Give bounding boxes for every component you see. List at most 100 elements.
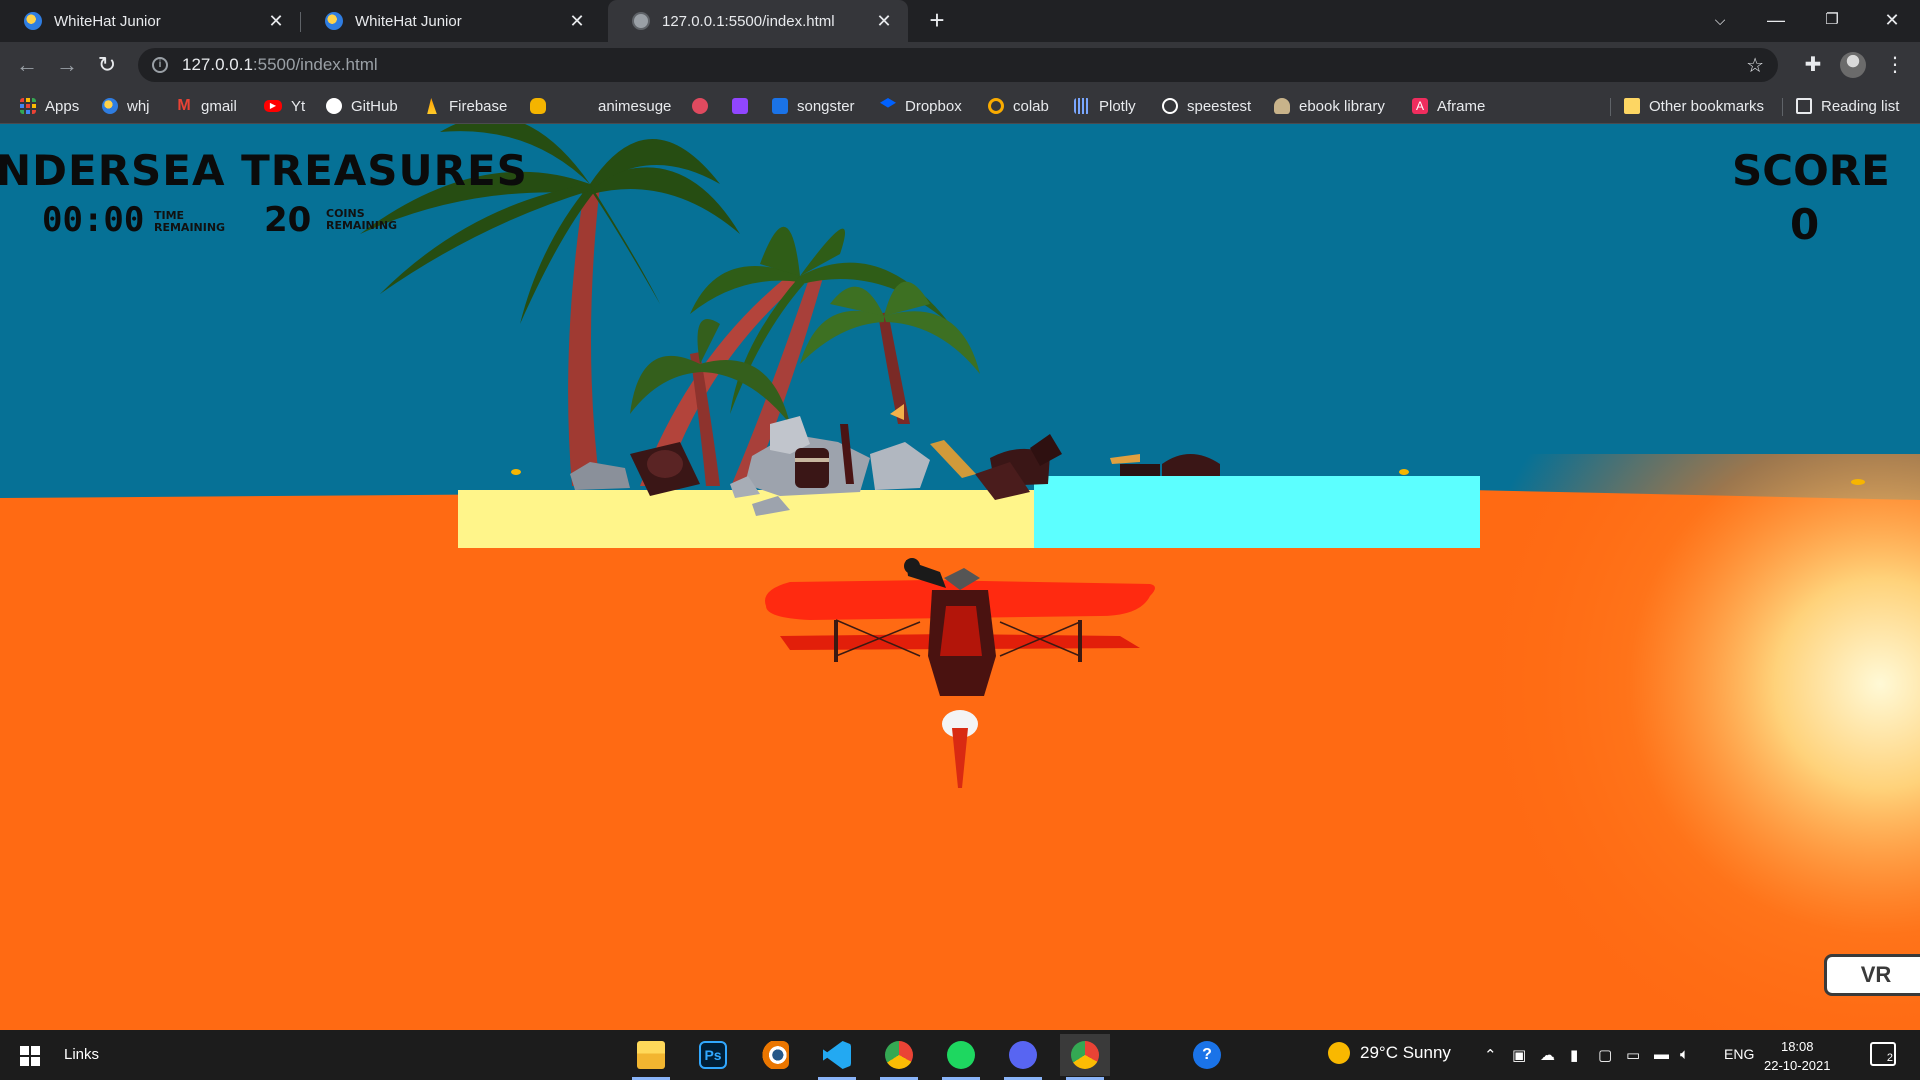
bookmark-label: Apps — [45, 97, 80, 115]
game-canvas[interactable]: NDERSEA TREASURES 00:00 TIME REMAINING 2… — [0, 124, 1920, 1030]
window-close-icon[interactable]: ✕ — [1864, 0, 1920, 42]
meet-now-icon[interactable]: ▣ — [1512, 1046, 1526, 1064]
menu-kebab-icon[interactable]: ⋮ — [1882, 52, 1908, 78]
bookmark-colab[interactable]: colab — [988, 95, 1049, 117]
address-bar[interactable]: i 127.0.0.1:5500/index.html ☆ — [138, 48, 1778, 82]
tab-whitehat-junior-2[interactable]: WhiteHat Junior ✕ — [301, 0, 601, 42]
file-explorer-icon[interactable] — [626, 1034, 676, 1080]
photoshop-icon[interactable]: Ps — [688, 1034, 738, 1076]
clock-time: 18:08 — [1780, 1039, 1814, 1054]
firebase-icon — [427, 98, 437, 114]
bookmark-plotly[interactable]: Plotly — [1074, 95, 1136, 117]
new-tab-button[interactable]: + — [922, 6, 952, 36]
coin — [511, 469, 521, 475]
vscode-icon[interactable] — [812, 1034, 862, 1080]
bookmark-dropbox[interactable]: Dropbox — [880, 95, 962, 117]
forward-arrow-icon[interactable]: → — [52, 50, 82, 80]
bookmark-label: whj — [127, 97, 150, 115]
colab-icon — [988, 98, 1004, 114]
bookmark-whj[interactable]: whj — [102, 95, 150, 117]
score-value: 0 — [1790, 200, 1820, 249]
minimize-icon[interactable]: — — [1748, 0, 1804, 42]
windows-start-icon[interactable] — [20, 1046, 40, 1066]
bookmark-star-icon[interactable]: ☆ — [1746, 53, 1764, 78]
dropbox-icon — [880, 98, 896, 108]
plotly-icon — [1074, 98, 1090, 114]
tab-search-chevron-icon[interactable]: ⌵ — [1692, 0, 1748, 42]
reload-icon[interactable]: ↻ — [92, 50, 122, 80]
close-icon[interactable]: ✕ — [874, 11, 894, 32]
bookmark-ebook-library[interactable]: ebook library — [1274, 95, 1385, 117]
close-icon[interactable]: ✕ — [567, 11, 587, 32]
network-icon[interactable]: ▭ — [1626, 1046, 1640, 1064]
spotify-icon[interactable] — [936, 1034, 986, 1080]
bookmark-animesuge[interactable]: animesuge — [598, 95, 671, 117]
bookmark-label: Firebase — [449, 97, 508, 115]
bookmark-aframe[interactable]: A Aframe — [1412, 95, 1485, 117]
bookmark-twitch[interactable] — [732, 95, 757, 117]
volume-icon[interactable]: 🔈︎ — [1680, 1046, 1689, 1063]
reading-list-icon — [1796, 98, 1812, 114]
weather-widget[interactable]: 29°C Sunny — [1328, 1042, 1451, 1064]
chrome-icon[interactable] — [874, 1034, 924, 1080]
apps-grid-icon — [20, 98, 36, 114]
bookmark-songster[interactable]: songster — [772, 95, 855, 117]
clock-date: 22-10-2021 — [1764, 1058, 1831, 1073]
bookmark-label: Plotly — [1099, 97, 1136, 115]
bookmark-label: GitHub — [351, 97, 398, 115]
github-icon — [326, 98, 342, 114]
help-icon[interactable]: ? — [1182, 1034, 1232, 1076]
bookmark-apps[interactable]: Apps — [20, 95, 79, 117]
ebook-icon — [1274, 98, 1290, 114]
notification-center-icon[interactable]: 2 — [1870, 1042, 1896, 1066]
chevron-up-icon[interactable]: ⌃ — [1484, 1046, 1497, 1064]
bookmark-cat[interactable] — [530, 95, 555, 117]
whitehat-favicon-icon — [325, 12, 343, 30]
score-label: SCORE — [1732, 146, 1890, 195]
timer-value: 00:00 — [42, 200, 145, 240]
language-indicator[interactable]: ENG — [1724, 1046, 1754, 1062]
bookmark-label: animesuge — [598, 97, 672, 115]
bookmark-reading-list[interactable]: Reading list — [1796, 95, 1899, 117]
extensions-puzzle-icon[interactable]: ✚ — [1800, 52, 1826, 78]
bookmark-other-bookmarks[interactable]: Other bookmarks — [1624, 95, 1764, 117]
battery-icon[interactable]: ▬ — [1654, 1046, 1669, 1063]
tab-title: WhiteHat Junior — [355, 12, 462, 30]
sword — [1110, 454, 1140, 464]
restore-icon[interactable]: ❐ — [1804, 0, 1860, 42]
bookmark-yt[interactable]: ▶ Yt — [264, 95, 305, 117]
bookmark-gmail[interactable]: M gmail — [176, 95, 237, 117]
site-info-icon[interactable]: i — [152, 57, 168, 73]
screen-capture-icon[interactable]: ▢ — [1598, 1046, 1612, 1064]
profile-avatar[interactable] — [1840, 52, 1866, 78]
tab-local-index[interactable]: 127.0.0.1:5500/index.html ✕ — [608, 0, 908, 42]
blender-icon[interactable] — [750, 1034, 800, 1076]
close-icon[interactable]: ✕ — [266, 11, 286, 32]
bookmark-label: songster — [797, 97, 855, 115]
youtube-icon: ▶ — [264, 100, 282, 112]
folder-icon — [1624, 98, 1640, 114]
chrome-active-icon[interactable] — [1060, 1034, 1110, 1080]
system-clock[interactable]: 18:08 22-10-2021 — [1764, 1037, 1831, 1075]
globe-icon — [632, 12, 650, 30]
bookmark-pinwheel[interactable] — [692, 95, 717, 117]
links-toolbar-label[interactable]: Links — [64, 1046, 99, 1063]
bookmark-label: gmail — [201, 97, 237, 115]
bookmark-label: speestest — [1187, 97, 1252, 115]
bookmark-label: Other bookmarks — [1649, 97, 1765, 115]
cat-icon — [530, 98, 546, 114]
onedrive-cloud-icon[interactable]: ☁ — [1540, 1046, 1555, 1064]
coin — [1399, 469, 1409, 475]
coins-label-line: REMAINING — [326, 219, 398, 232]
back-arrow-icon[interactable]: ← — [12, 50, 42, 80]
vr-mode-button[interactable]: VR — [1824, 954, 1920, 996]
tab-whitehat-junior-1[interactable]: WhiteHat Junior ✕ — [0, 0, 300, 42]
tab-title: WhiteHat Junior — [54, 12, 161, 30]
bookmark-firebase[interactable]: Firebase — [424, 95, 507, 117]
browser-tab-strip: WhiteHat Junior ✕ WhiteHat Junior ✕ 127.… — [0, 0, 1920, 42]
bookmark-github[interactable]: GitHub — [326, 95, 398, 117]
discord-icon[interactable] — [998, 1034, 1048, 1080]
bookmark-speedtest[interactable]: speestest — [1162, 95, 1251, 117]
microphone-icon[interactable]: ▮ — [1570, 1046, 1578, 1064]
windows-taskbar: Links Ps ? 29°C Sunny ⌃ ▣ ☁ ▮ ▢ ▭ ▬ 🔈︎ E… — [0, 1030, 1920, 1080]
